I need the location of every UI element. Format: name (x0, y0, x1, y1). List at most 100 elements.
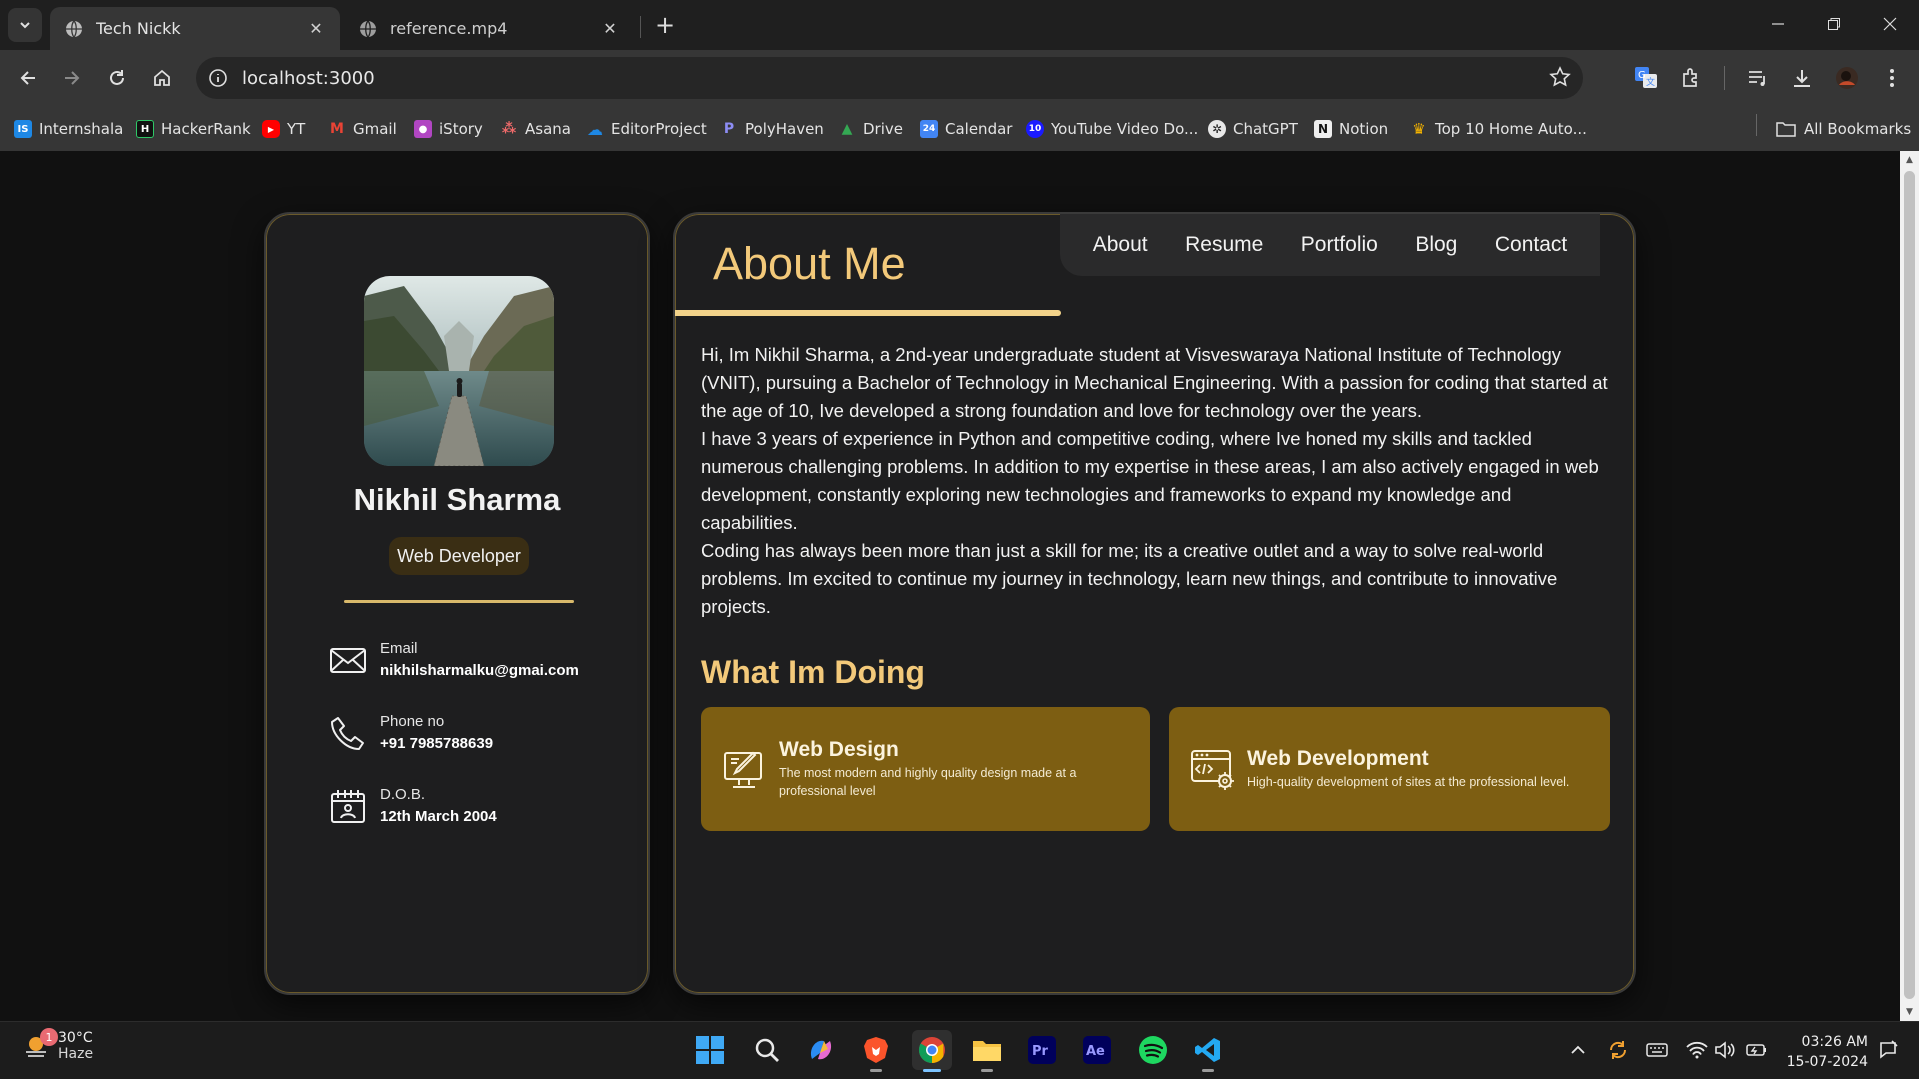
premiere-pro-icon: Pr (1028, 1036, 1056, 1064)
profile-avatar-image (364, 276, 554, 466)
arrow-left-icon (20, 71, 35, 85)
asana-icon: ⁂ (501, 121, 517, 137)
bookmark-notion[interactable]: N Notion (1314, 117, 1388, 141)
new-tab-button[interactable]: + (650, 10, 680, 40)
download-icon[interactable] (1788, 64, 1816, 92)
bookmark-calendar[interactable]: 24 Calendar (920, 117, 1012, 141)
restore-button[interactable] (1806, 0, 1862, 48)
bookmark-youtube-video-downloader[interactable]: 10 YouTube Video Do... (1026, 117, 1198, 141)
search-button[interactable] (747, 1030, 787, 1070)
spotify-app[interactable] (1133, 1030, 1173, 1070)
extensions-icon[interactable] (1677, 64, 1705, 92)
all-bookmarks-button[interactable]: All Bookmarks (1776, 117, 1911, 141)
bookmark-star-icon[interactable] (1549, 66, 1571, 92)
home-button[interactable] (144, 60, 180, 96)
calendar-icon: 24 (920, 120, 938, 138)
brave-browser-app[interactable] (856, 1030, 896, 1072)
keyboard-icon[interactable] (1645, 1038, 1669, 1062)
sync-icon[interactable] (1606, 1038, 1630, 1062)
reload-icon (110, 70, 124, 85)
contact-phone: Phone no +91 7985788639 (328, 713, 618, 767)
chrome-app[interactable] (912, 1030, 952, 1072)
tab-search-button[interactable] (8, 8, 42, 42)
mail-icon (330, 648, 366, 673)
lake-pier-photo (364, 276, 554, 466)
address-bar[interactable]: localhost:3000 (196, 57, 1583, 99)
back-button[interactable] (10, 60, 46, 96)
hackerrank-icon: H (136, 120, 154, 138)
folder-icon (973, 1041, 1001, 1061)
bookmark-editorproject[interactable]: ☁ EditorProject (586, 117, 707, 141)
bookmark-label: Calendar (945, 120, 1013, 138)
bookmark-gmail[interactable]: M Gmail (328, 117, 397, 141)
page-scrollbar[interactable]: ▲ ▼ (1900, 151, 1919, 1021)
copilot-app[interactable] (801, 1030, 841, 1070)
bookmark-label: Drive (863, 120, 903, 138)
sidebar-divider (344, 600, 574, 603)
bookmark-asana[interactable]: ⁂ Asana (500, 117, 571, 141)
after-effects-icon: Ae (1083, 1036, 1111, 1064)
bookmarks-bar: IS Internshala H HackerRank ▶ YT M Gmail ● iS… (0, 107, 1919, 151)
phone-icon (331, 717, 364, 750)
phone-value[interactable]: +91 7985788639 (380, 735, 493, 752)
close-window-button[interactable] (1862, 0, 1918, 48)
globe-icon (66, 20, 82, 37)
nav-portfolio[interactable]: Portfolio (1301, 233, 1378, 257)
notification-badge: 1 (40, 1028, 58, 1046)
about-paragraph: Coding has always been more than just a … (701, 540, 1558, 617)
reload-button[interactable] (99, 60, 135, 96)
forward-button[interactable] (54, 60, 90, 96)
show-hidden-icons-chevron-icon[interactable] (1566, 1038, 1590, 1062)
volume-icon[interactable] (1713, 1038, 1737, 1062)
all-bookmarks-label: All Bookmarks (1804, 120, 1912, 138)
google-translate-icon[interactable]: G文 (1632, 64, 1660, 92)
vscode-app[interactable] (1188, 1030, 1228, 1072)
profile-avatar[interactable] (1833, 64, 1861, 92)
after-effects-app[interactable]: Ae (1077, 1030, 1117, 1070)
bookmark-label: iStory (439, 120, 483, 138)
start-button[interactable] (690, 1030, 730, 1070)
file-explorer-app[interactable] (967, 1030, 1007, 1072)
vscode-icon (1195, 1038, 1220, 1062)
system-clock[interactable]: 03:26 AM 15-07-2024 (1784, 1032, 1868, 1072)
bookmark-top-10-home-auto[interactable]: ♛ Top 10 Home Auto... (1410, 117, 1587, 141)
bookmark-label: Asana (525, 120, 571, 138)
bookmark-hackerrank[interactable]: H HackerRank (136, 117, 251, 141)
bookmark-label: PolyHaven (745, 120, 824, 138)
bookmark-drive[interactable]: ▲ Drive (838, 117, 903, 141)
scrollbar-thumb[interactable] (1904, 171, 1915, 999)
wifi-icon[interactable] (1685, 1038, 1709, 1062)
media-control-icon[interactable] (1744, 64, 1772, 92)
email-value[interactable]: nikhilsharmalku@gmai.com (380, 662, 579, 679)
tab-tech-nickk[interactable]: Tech Nickk ✕ (50, 7, 340, 50)
services-heading: What Im Doing (701, 654, 925, 690)
globe-icon (360, 20, 376, 37)
bookmark-label: Gmail (353, 120, 397, 138)
bookmark-chatgpt[interactable]: ✲ ChatGPT (1208, 117, 1298, 141)
tab-reference-mp4[interactable]: reference.mp4 ✕ (344, 7, 634, 50)
about-paragraph: Hi, Im Nikhil Sharma, a 2nd-year undergr… (701, 344, 1608, 421)
bookmark-istory[interactable]: ● iStory (414, 117, 483, 141)
nav-contact[interactable]: Contact (1495, 233, 1567, 257)
scroll-up-arrow[interactable]: ▲ (1904, 154, 1915, 166)
about-paragraph: I have 3 years of experience in Python a… (701, 428, 1599, 533)
browser-menu-icon[interactable] (1878, 64, 1906, 92)
site-info-icon[interactable] (206, 66, 230, 90)
minimize-button[interactable] (1750, 0, 1806, 48)
nav-blog[interactable]: Blog (1415, 233, 1457, 257)
bookmark-label: EditorProject (611, 120, 707, 138)
battery-icon[interactable] (1745, 1038, 1769, 1062)
copilot-icon (810, 1040, 832, 1060)
premiere-pro-app[interactable]: Pr (1022, 1030, 1062, 1070)
bookmark-polyhaven[interactable]: P PolyHaven (720, 117, 824, 141)
bookmark-label: HackerRank (161, 120, 251, 138)
nav-about[interactable]: About (1093, 233, 1148, 257)
bookmark-internshala[interactable]: IS Internshala (14, 117, 123, 141)
nav-resume[interactable]: Resume (1185, 233, 1263, 257)
close-tab-icon[interactable]: ✕ (600, 19, 620, 39)
bookmark-yt[interactable]: ▶ YT (262, 117, 305, 141)
close-tab-icon[interactable]: ✕ (306, 19, 326, 39)
close-icon (1883, 17, 1897, 31)
scroll-down-arrow[interactable]: ▼ (1904, 1006, 1915, 1018)
notification-center-icon[interactable] (1876, 1038, 1900, 1062)
